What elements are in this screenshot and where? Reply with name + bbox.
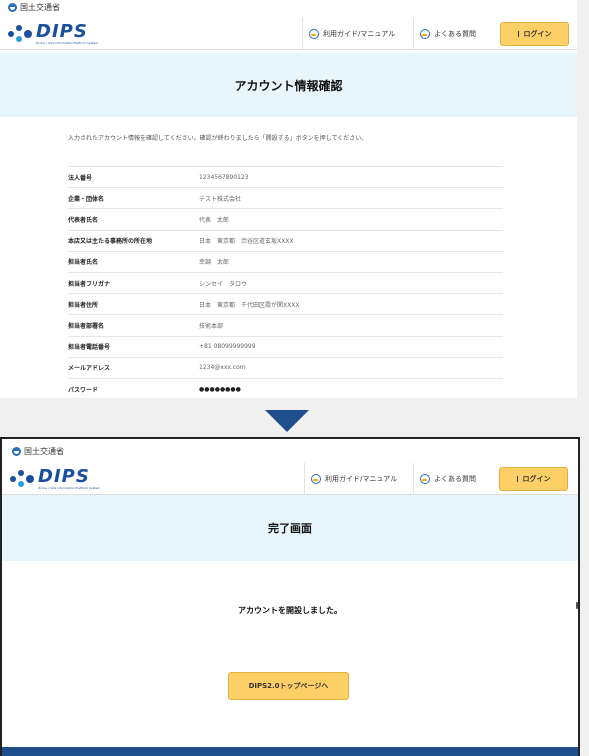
- field-value: +81 08099999999: [199, 335, 503, 358]
- gov-bar: 国土交通省: [2, 439, 578, 463]
- mlit-logo-icon: [8, 2, 17, 12]
- field-value: 日本 東京都 渋谷区道玄坂XXXX: [199, 229, 503, 252]
- faq-icon: [420, 473, 430, 484]
- table-row: 担当者住所 日本 東京都 千代田区霞が関XXXX: [68, 293, 503, 315]
- site-header: DIPS Drone / UAS Information Platform Sy…: [0, 17, 577, 50]
- gov-label[interactable]: 国土交通省: [20, 2, 60, 13]
- field-label: 企業・団体名: [68, 187, 199, 209]
- complete-screen: 国土交通省 DIPS Drone / UAS Information Platf…: [0, 437, 580, 756]
- field-value: テスト株式会社: [199, 187, 503, 209]
- dips-logo[interactable]: DIPS Drone / UAS Information Platform Sy…: [10, 465, 101, 490]
- account-info-table: 法人番号 1234567890123 企業・団体名 テスト株式会社 代表者氏名 代表 太郎…: [68, 165, 503, 398]
- table-row: 企業・団体名 テスト株式会社: [68, 187, 503, 209]
- field-label: 担当者氏名: [68, 250, 199, 273]
- table-row: 代表者氏名 代表 太郎: [68, 208, 503, 231]
- field-value: シンセイ タロウ: [199, 271, 503, 294]
- faq-icon: [420, 28, 430, 39]
- field-label: 代表者氏名: [68, 208, 199, 231]
- table-row: 法人番号 1234567890123: [68, 165, 503, 188]
- nav-guide-label: 利用ガイド/マニュアル: [325, 474, 398, 483]
- table-row: 本店又は主たる事務所の所在地 日本 東京都 渋谷区道玄坂XXXX: [68, 229, 503, 252]
- field-value: 日本 東京都 千代田区霞が関XXXX: [199, 293, 503, 315]
- logo-word: DIPS: [36, 20, 88, 42]
- scroll-handle[interactable]: [576, 602, 578, 609]
- login-label: ログイン: [522, 474, 551, 483]
- table-row: 担当者氏名 幸調 太郎: [68, 250, 503, 273]
- field-label: 担当者住所: [68, 293, 199, 315]
- completion-message: アカウントを開設しました。: [238, 606, 342, 615]
- guide-icon: [309, 28, 319, 39]
- gov-bar: 国土交通省: [0, 0, 577, 14]
- field-label: 担当者フリガナ: [68, 271, 199, 294]
- logo-word: DIPS: [38, 465, 90, 487]
- field-label: 本店又は主たる事務所の所在地: [68, 229, 199, 252]
- field-value: 技術本部: [199, 314, 503, 336]
- table-row: 担当者フリガナ シンセイ タロウ: [68, 271, 503, 294]
- nav-guide-label: 利用ガイド/マニュアル: [323, 29, 396, 38]
- dips-logo-icon: [10, 469, 36, 488]
- field-label: メールアドレス: [68, 356, 199, 379]
- gov-label[interactable]: 国土交通省: [24, 446, 64, 457]
- field-value: ●●●●●●●●: [199, 377, 503, 398]
- page-title-band: 完了画面: [2, 495, 578, 561]
- intro-text: 入力されたアカウント情報を確認してください。確認が終わりましたら「開設する」ボタ…: [68, 135, 368, 142]
- dips-top-page-button[interactable]: DIPS2.0トップページへ: [228, 672, 349, 700]
- field-label: パスワード: [68, 377, 199, 398]
- logo-subtitle: Drone / UAS Information Platform System: [38, 485, 101, 490]
- dips-logo-icon: [8, 24, 34, 43]
- field-label: 担当者部署名: [68, 314, 199, 336]
- nav-faq-label: よくある質問: [434, 29, 476, 38]
- dips-logo[interactable]: DIPS Drone / UAS Information Platform Sy…: [8, 20, 99, 45]
- page-title: アカウント情報確認: [234, 78, 343, 93]
- site-header: DIPS Drone / UAS Information Platform Sy…: [2, 462, 578, 495]
- confirm-screen: 国土交通省 DIPS Drone / UAS Information Platf…: [0, 0, 577, 398]
- field-value: 1234567890123: [199, 165, 503, 188]
- mlit-logo-icon: [12, 446, 21, 456]
- field-label: 担当者電話番号: [68, 335, 199, 358]
- nav-faq-link[interactable]: よくある質問: [413, 17, 482, 50]
- login-icon: [516, 475, 521, 482]
- page-title-band: アカウント情報確認: [0, 53, 577, 117]
- field-value: 代表 太郎: [199, 208, 503, 231]
- nav-faq-label: よくある質問: [434, 474, 476, 483]
- field-value: 幸調 太郎: [199, 250, 503, 273]
- down-arrow-icon: [265, 410, 309, 432]
- table-row: パスワード ●●●●●●●●: [68, 377, 503, 398]
- nav-faq-link[interactable]: よくある質問: [413, 462, 482, 495]
- login-label: ログイン: [523, 29, 552, 38]
- login-button[interactable]: ログイン: [500, 21, 569, 46]
- page-title: 完了画面: [268, 522, 312, 535]
- table-row: 担当者部署名 技術本部: [68, 314, 503, 336]
- login-button[interactable]: ログイン: [499, 466, 568, 491]
- login-icon: [517, 30, 522, 37]
- field-value: 1234@xxx.com: [199, 356, 503, 379]
- nav-guide-link[interactable]: 利用ガイド/マニュアル: [304, 462, 403, 495]
- table-row: 担当者電話番号 +81 08099999999: [68, 335, 503, 358]
- field-label: 法人番号: [68, 165, 199, 188]
- nav-guide-link[interactable]: 利用ガイド/マニュアル: [302, 17, 401, 50]
- guide-icon: [311, 473, 321, 484]
- table-row: メールアドレス 1234@xxx.com: [68, 356, 503, 379]
- footer-band: [2, 747, 578, 756]
- logo-subtitle: Drone / UAS Information Platform System: [36, 40, 99, 45]
